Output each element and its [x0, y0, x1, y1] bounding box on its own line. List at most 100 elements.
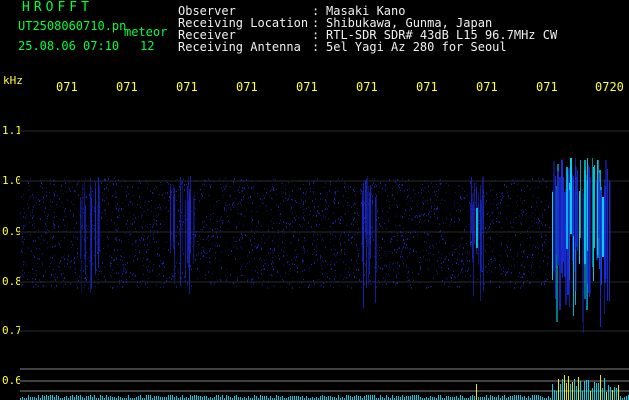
noise-speck — [348, 271, 349, 273]
noise-speck — [141, 216, 142, 218]
noise-speck — [532, 178, 533, 180]
noise-speck — [241, 233, 242, 234]
noise-speck — [386, 273, 387, 274]
noise-speck — [312, 200, 313, 202]
noise-speck — [98, 274, 99, 275]
noise-speck — [475, 234, 476, 236]
noise-speck — [340, 243, 341, 244]
noise-speck — [342, 178, 343, 180]
noise-speck — [374, 267, 375, 268]
noise-speck — [389, 267, 390, 268]
noise-speck — [167, 182, 168, 183]
noise-speck — [353, 272, 354, 273]
amplitude-bar — [276, 395, 277, 400]
noise-speck — [299, 287, 300, 288]
noise-speck — [24, 239, 25, 240]
noise-speck — [459, 219, 460, 221]
noise-speck — [507, 255, 508, 257]
noise-speck — [314, 262, 315, 264]
noise-speck — [72, 244, 73, 246]
noise-speck — [271, 189, 272, 190]
noise-speck — [154, 241, 155, 242]
noise-speck — [492, 251, 493, 252]
amplitude-bar — [106, 395, 107, 400]
noise-speck — [444, 283, 445, 285]
noise-speck — [375, 183, 376, 185]
noise-speck — [123, 215, 124, 217]
noise-speck — [122, 260, 123, 261]
noise-speck — [407, 204, 408, 205]
noise-speck — [331, 261, 332, 263]
noise-speck — [60, 190, 61, 191]
noise-speck — [61, 257, 62, 258]
noise-speck — [546, 181, 547, 183]
amplitude-bar — [370, 395, 371, 400]
amplitude-bar — [410, 396, 411, 400]
noise-speck — [123, 179, 124, 180]
noise-speck — [438, 232, 439, 233]
noise-speck — [183, 229, 184, 230]
noise-speck — [235, 282, 236, 283]
noise-speck — [378, 280, 379, 281]
noise-speck — [108, 189, 109, 190]
amplitude-bar — [356, 395, 357, 400]
noise-speck — [206, 253, 207, 254]
noise-speck — [186, 219, 187, 220]
noise-speck — [511, 183, 512, 185]
noise-speck — [523, 211, 524, 213]
noise-speck — [423, 190, 424, 191]
echo-streak — [602, 197, 604, 257]
noise-speck — [389, 264, 390, 266]
noise-speck — [198, 244, 199, 245]
noise-speck — [314, 206, 315, 208]
noise-speck — [64, 225, 65, 226]
noise-speck — [296, 202, 297, 203]
noise-speck — [68, 255, 69, 257]
noise-speck — [125, 206, 126, 207]
noise-speck — [351, 206, 352, 208]
noise-speck — [245, 266, 246, 267]
noise-speck — [390, 231, 391, 232]
noise-speck — [517, 196, 518, 197]
noise-speck — [345, 213, 346, 215]
noise-speck — [293, 235, 294, 237]
noise-speck — [209, 261, 210, 263]
noise-speck — [398, 273, 399, 274]
noise-speck — [482, 268, 483, 269]
noise-speck — [532, 225, 533, 227]
noise-speck — [393, 179, 394, 180]
noise-speck — [330, 242, 331, 243]
noise-speck — [441, 183, 442, 184]
noise-speck — [70, 231, 71, 233]
noise-speck — [420, 182, 421, 183]
noise-speck — [23, 264, 24, 265]
amplitude-bar — [296, 396, 297, 400]
noise-speck — [514, 212, 515, 213]
noise-speck — [420, 266, 421, 268]
noise-speck — [405, 182, 406, 183]
noise-speck — [110, 262, 111, 264]
noise-speck — [355, 194, 356, 196]
noise-speck — [220, 279, 221, 281]
noise-speck — [405, 239, 406, 240]
noise-speck — [399, 247, 400, 249]
noise-speck — [343, 206, 344, 207]
noise-speck — [102, 193, 103, 194]
noise-speck — [320, 255, 321, 257]
noise-speck — [208, 271, 209, 273]
noise-speck — [503, 283, 504, 284]
noise-speck — [133, 195, 134, 196]
noise-speck — [22, 233, 23, 234]
noise-speck — [462, 188, 463, 189]
noise-speck — [486, 200, 487, 202]
noise-speck — [320, 180, 321, 181]
noise-speck — [446, 192, 447, 193]
noise-speck — [430, 248, 431, 249]
noise-speck — [497, 207, 498, 209]
noise-speck — [347, 285, 348, 287]
noise-speck — [542, 224, 543, 226]
noise-speck — [389, 179, 390, 181]
noise-speck — [53, 221, 54, 222]
noise-speck — [20, 212, 21, 214]
noise-speck — [490, 190, 491, 191]
